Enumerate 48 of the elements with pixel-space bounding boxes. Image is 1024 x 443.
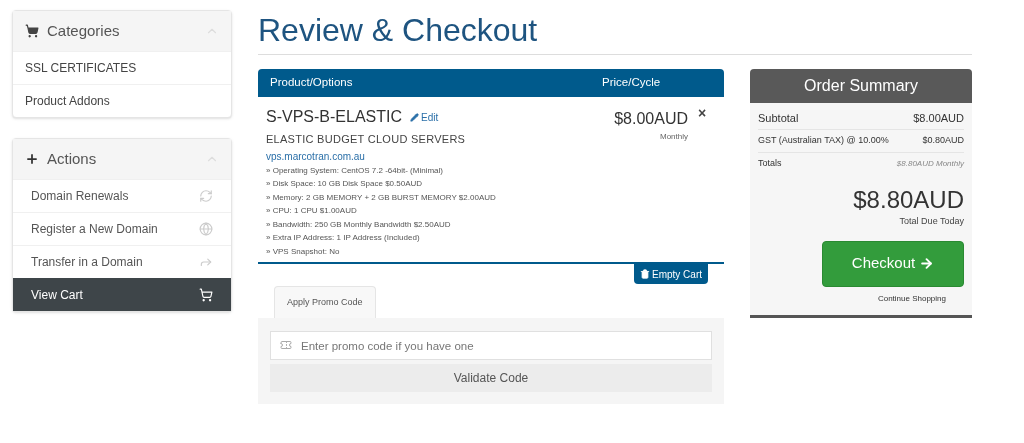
product-option: » Disk Space: 10 GB Disk Space $0.50AUD [266, 177, 588, 191]
sidebar-item[interactable]: SSL CERTIFICATES [13, 51, 231, 84]
refresh-icon [199, 189, 213, 203]
sidebar-item[interactable]: View Cart [13, 278, 231, 311]
cart-icon [25, 24, 39, 38]
product-option: » Operating System: CentOS 7.2 -64bit- (Minimal) [266, 163, 588, 177]
pencil-icon [410, 112, 420, 122]
price: $8.00AUD [614, 109, 688, 129]
total-amount: $8.80AUD [853, 185, 964, 215]
remove-button[interactable]: × [697, 105, 707, 258]
edit-link[interactable]: Edit [410, 109, 439, 125]
billing-cycle: Monthly [660, 131, 688, 143]
ticket-icon [280, 339, 292, 351]
cart-icon [199, 288, 213, 302]
summary-label: Subtotal [758, 110, 799, 126]
product-option: » Memory: 2 GB MEMORY + 2 GB BURST MEMORY $2.00AUD [266, 190, 588, 204]
panel-title: Categories [47, 20, 121, 41]
sidebar-item[interactable]: Product Addons [13, 84, 231, 117]
total-caption: Total Due Today [899, 215, 964, 228]
promo-code-field[interactable]: Enter promo code if you have one [270, 331, 712, 360]
checkout-button[interactable]: Checkout [822, 240, 964, 287]
product-group: ELASTIC BUDGET CLOUD SERVERS [266, 131, 588, 148]
promo-tab[interactable]: Apply Promo Code [274, 286, 376, 318]
panel-title: Actions [47, 148, 98, 169]
sidebar-item[interactable]: Domain Renewals [13, 179, 231, 212]
arrow-right-icon [919, 256, 935, 271]
product-domain: vps.marcotran.com.au [266, 149, 366, 164]
sidebar-item[interactable]: Register a New Domain [13, 212, 231, 245]
validate-code-button[interactable]: Validate Code [270, 364, 712, 392]
trash-icon [640, 269, 650, 279]
summary-label: GST (Australian TAX) @ 10.00% [758, 134, 889, 148]
continue-shopping-link[interactable]: Continue Shopping [877, 292, 946, 305]
plus-icon [25, 152, 39, 166]
summary-value: $8.00AUD [913, 110, 964, 126]
summary-label: Totals [758, 157, 782, 171]
summary-value: $8.80AUD Monthly [896, 158, 964, 170]
table-header: Product/Options Price/Cycle [258, 69, 724, 97]
empty-cart-button[interactable]: Empty Cart [634, 264, 708, 284]
page-title: Review & Checkout [258, 10, 972, 55]
product-option: » VPS Snapshot: No [266, 244, 588, 258]
product-option: » CPU: 1 CPU $1.00AUD [266, 204, 588, 218]
share-arrow-icon [199, 255, 213, 269]
globe-icon [199, 222, 213, 236]
product-option: » Bandwidth: 250 GB Monthly Bandwidth $2.50AUD [266, 217, 588, 231]
product-option: » Extra IP Address: 1 IP Address (Included) [266, 231, 588, 245]
summary-value: $0.80AUD [922, 134, 964, 148]
product-name: S-VPS-B-ELASTIC [266, 107, 403, 127]
summary-title: Order Summary [750, 69, 972, 103]
